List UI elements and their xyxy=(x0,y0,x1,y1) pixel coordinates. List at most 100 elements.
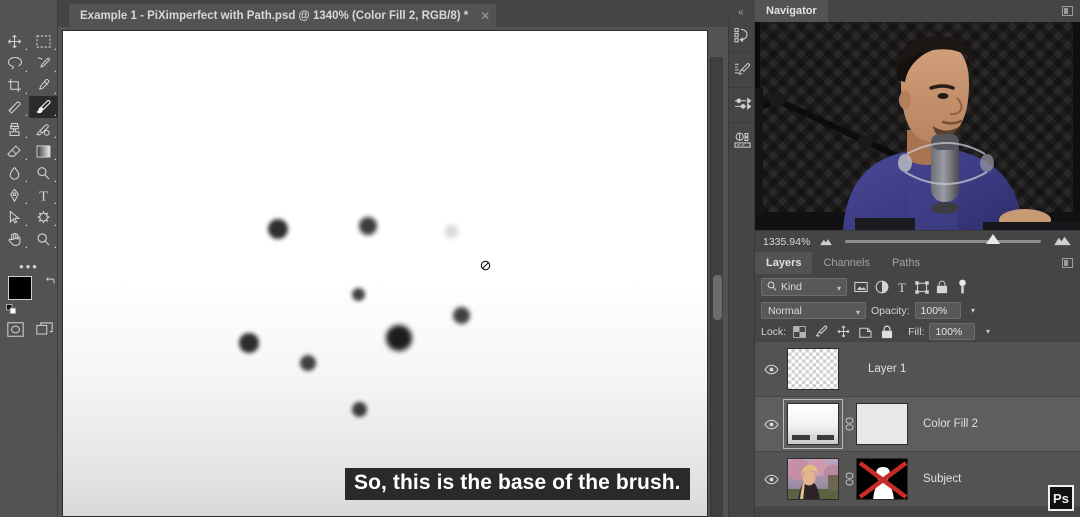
tab-layers-label: Layers xyxy=(766,257,802,269)
brush-tool[interactable] xyxy=(29,96,58,118)
lasso-tool[interactable] xyxy=(0,52,29,74)
gradient-tool[interactable] xyxy=(29,140,58,162)
layer-name[interactable]: Layer 1 xyxy=(868,363,906,375)
layer-mask-thumbnail-disabled[interactable] xyxy=(856,458,908,500)
dodge-tool[interactable] xyxy=(29,162,58,184)
layer-thumbnail[interactable] xyxy=(787,348,839,390)
canvas-area[interactable] xyxy=(58,27,728,517)
document-tab[interactable]: Example 1 - PiXimperfect with Path.psd @… xyxy=(69,4,497,27)
collapse-dock-left-icon[interactable]: « xyxy=(738,8,744,18)
subtitle-text: So, this is the base of the brush. xyxy=(354,471,681,494)
zoom-tool[interactable] xyxy=(29,228,58,250)
table-row[interactable]: Subject xyxy=(755,452,1080,507)
opacity-chevron-down-icon[interactable]: ▾ xyxy=(966,302,981,319)
zoom-out-icon[interactable] xyxy=(819,233,833,251)
tab-layers[interactable]: Layers xyxy=(755,252,813,274)
watermark-label: Ps xyxy=(1053,490,1069,506)
layer-visibility-toggle[interactable] xyxy=(755,342,787,396)
brush-dot xyxy=(452,306,470,324)
scrollbar-thumb[interactable] xyxy=(713,275,722,320)
chevron-down-icon[interactable]: ▾ xyxy=(856,308,860,317)
lock-image-pixels-icon[interactable] xyxy=(815,325,828,338)
navigator-zoom-bar: 1335.94% xyxy=(755,230,1080,252)
lock-all-icon[interactable] xyxy=(881,325,893,339)
blur-tool[interactable] xyxy=(0,162,29,184)
zoom-in-icon[interactable] xyxy=(1053,233,1072,251)
swap-colors-icon[interactable] xyxy=(45,273,56,291)
brushes-icon[interactable] xyxy=(729,90,756,120)
canvas-vertical-scrollbar[interactable] xyxy=(710,57,723,517)
dock-divider xyxy=(729,52,756,53)
table-row[interactable]: Color Fill 2 xyxy=(755,397,1080,452)
lock-position-icon[interactable] xyxy=(837,325,850,338)
zoom-value-field[interactable]: 1335.94% xyxy=(763,236,819,248)
horizontal-type-tool[interactable]: T xyxy=(29,184,58,206)
adjustments-icon[interactable] xyxy=(729,125,756,155)
quick-mask-button[interactable] xyxy=(7,322,24,342)
layer-thumbnail[interactable] xyxy=(787,458,839,500)
close-icon[interactable]: ✕ xyxy=(480,10,490,22)
custom-shape-tool[interactable] xyxy=(29,206,58,228)
blend-mode-select[interactable]: Normal ▾ xyxy=(761,302,866,319)
layers-panel: Layers Channels Paths Kind ▾ T Normal ▾ … xyxy=(755,252,1080,507)
opacity-field[interactable]: 100% xyxy=(914,302,961,319)
foreground-color-swatch[interactable] xyxy=(8,276,32,300)
layer-visibility-toggle[interactable] xyxy=(755,397,787,451)
rectangular-marquee-tool[interactable] xyxy=(29,30,58,52)
table-row[interactable]: Layer 1 xyxy=(755,342,1080,397)
screen-mode-button[interactable] xyxy=(36,322,53,342)
fill-value: 100% xyxy=(935,325,963,338)
eyedropper-tool[interactable] xyxy=(29,74,58,96)
brush-dot xyxy=(386,325,412,351)
layers-panel-menu-icon[interactable] xyxy=(1062,258,1073,268)
filter-pixel-icon[interactable] xyxy=(854,281,868,293)
eraser-tool[interactable] xyxy=(0,140,29,162)
filter-shape-icon[interactable] xyxy=(915,280,929,294)
hand-tool[interactable] xyxy=(0,228,29,250)
spot-healing-brush-tool[interactable] xyxy=(0,96,29,118)
fill-chevron-down-icon[interactable]: ▾ xyxy=(980,323,995,340)
zoom-slider[interactable] xyxy=(845,234,1041,244)
tab-paths-label: Paths xyxy=(891,257,921,269)
svg-text:T: T xyxy=(39,188,48,202)
filter-adjustment-icon[interactable] xyxy=(875,280,889,294)
tab-paths[interactable]: Paths xyxy=(880,252,932,274)
canvas-artboard[interactable] xyxy=(63,31,707,516)
move-tool[interactable] xyxy=(0,30,29,52)
layer-mask-thumbnail[interactable] xyxy=(856,403,908,445)
chevron-down-icon[interactable]: ▾ xyxy=(837,284,841,293)
photoshop-logo-watermark: Ps xyxy=(1048,485,1074,511)
opacity-label: Opacity: xyxy=(871,304,910,317)
webcam-overlay-image xyxy=(755,22,1080,230)
default-colors-icon[interactable] xyxy=(6,302,17,320)
filter-type-icon[interactable]: T xyxy=(896,280,908,294)
path-selection-tool[interactable] xyxy=(0,206,29,228)
zoom-slider-thumb[interactable] xyxy=(986,234,1001,244)
lock-transparent-pixels-icon[interactable] xyxy=(793,325,806,338)
layer-link-icon[interactable] xyxy=(842,417,856,431)
tab-channels[interactable]: Channels xyxy=(812,252,881,274)
history-icon[interactable] xyxy=(729,20,756,50)
layer-thumbnail[interactable] xyxy=(783,399,843,449)
navigator-preview[interactable] xyxy=(755,22,1080,230)
fill-field[interactable]: 100% xyxy=(929,323,976,340)
brush-settings-icon[interactable] xyxy=(729,55,756,85)
filter-toggle-switch[interactable] xyxy=(957,279,968,295)
photoshop-window: T ••• Example 1 - PiXimperfect with Path… xyxy=(0,0,1080,517)
layer-name[interactable]: Color Fill 2 xyxy=(923,418,978,430)
layer-visibility-toggle[interactable] xyxy=(755,452,787,506)
filter-smart-object-icon[interactable] xyxy=(936,280,948,294)
object-selection-tool[interactable] xyxy=(29,52,58,74)
prevent-nesting-icon[interactable] xyxy=(859,326,872,338)
lock-row: Lock: Fill: 100% ▾ xyxy=(755,321,1080,342)
layer-link-icon[interactable] xyxy=(842,472,856,486)
layer-kind-select[interactable]: Kind ▾ xyxy=(761,278,847,296)
navigator-panel-menu-icon[interactable] xyxy=(1062,6,1073,16)
pen-tool[interactable] xyxy=(0,184,29,206)
brush-dot xyxy=(239,333,259,353)
tab-navigator[interactable]: Navigator xyxy=(755,0,828,22)
history-brush-tool[interactable] xyxy=(29,118,58,140)
layer-name[interactable]: Subject xyxy=(923,473,961,485)
clone-stamp-tool[interactable] xyxy=(0,118,29,140)
crop-tool[interactable] xyxy=(0,74,29,96)
